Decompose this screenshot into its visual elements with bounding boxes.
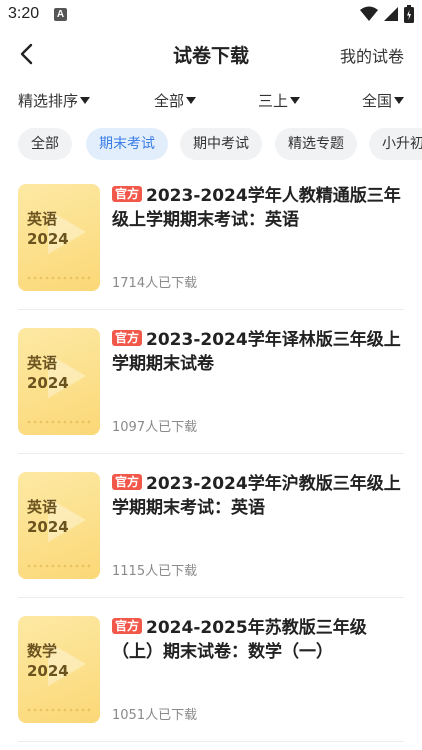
caret-down-icon [290, 97, 301, 104]
dot-pattern-decoration [26, 275, 92, 281]
cover-year: 2024 [27, 374, 69, 392]
cover-subject: 数学 [27, 642, 58, 660]
paper-title-block: 官方 2023-2024学年沪教版三年级上学期期末考试：英语 [112, 472, 404, 520]
official-badge: 官方 [112, 330, 143, 346]
cover-year: 2024 [27, 230, 69, 248]
paper-title: 2023-2024学年译林版三年级上学期期末试卷 [112, 330, 401, 374]
caret-down-icon [186, 97, 197, 104]
region-filter-dropdown[interactable]: 全国 [362, 90, 405, 111]
region-filter-label: 全国 [362, 92, 393, 110]
download-count: 1097人已下载 [112, 420, 198, 435]
paper-cover: 英语 2024 [18, 328, 100, 435]
dot-pattern-decoration [26, 707, 92, 713]
paper-list-item[interactable]: 英语 2024 官方 2023-2024学年沪教版三年级上学期期末考试：英语 11… [0, 454, 422, 598]
download-count: 1714人已下载 [112, 276, 198, 291]
status-time: 3:20 [8, 5, 40, 22]
battery-icon [404, 5, 414, 23]
paper-title: 2023-2024学年沪教版三年级上学期期末考试：英语 [112, 474, 401, 518]
type-filter-dropdown[interactable]: 全部 [154, 90, 197, 111]
app-notification-icon: A [54, 8, 67, 21]
my-papers-link[interactable]: 我的试卷 [340, 43, 404, 67]
paper-cover: 英语 2024 [18, 184, 100, 291]
caret-down-icon [80, 97, 91, 104]
chip-selected-topics[interactable]: 精选专题 [275, 128, 357, 160]
paper-title: 2023-2024学年人教精通版三年级上学期期末考试：英语 [112, 186, 401, 230]
cover-year: 2024 [27, 662, 69, 680]
signal-icon [384, 7, 398, 21]
chip-all[interactable]: 全部 [18, 128, 72, 160]
chip-midterm-exam[interactable]: 期中考试 [180, 128, 262, 160]
chip-final-exam[interactable]: 期末考试 [86, 128, 168, 160]
official-badge: 官方 [112, 474, 143, 490]
cover-subject: 英语 [27, 498, 58, 516]
filter-row: 精选排序 全部 三上 全国 [0, 84, 422, 116]
category-chips: 全部 期末考试 期中考试 精选专题 小升初 [0, 128, 422, 162]
wifi-icon [360, 6, 378, 21]
status-icons [360, 5, 414, 23]
paper-title-block: 官方 2023-2024学年译林版三年级上学期期末试卷 [112, 328, 404, 376]
download-count: 1115人已下载 [112, 564, 198, 579]
divider [18, 741, 404, 742]
paper-cover: 英语 2024 [18, 472, 100, 579]
chip-xiaoshengchu[interactable]: 小升初 [369, 128, 422, 160]
caret-down-icon [394, 97, 405, 104]
cover-subject: 英语 [27, 354, 58, 372]
paper-title-block: 官方 2024-2025年苏教版三年级（上）期末试卷：数学（一） [112, 616, 404, 664]
paper-title: 2024-2025年苏教版三年级（上）期末试卷：数学（一） [112, 618, 367, 662]
paper-list-item[interactable]: 英语 2024 官方 2023-2024学年译林版三年级上学期期末试卷 1097人… [0, 310, 422, 454]
paper-title-block: 官方 2023-2024学年人教精通版三年级上学期期末考试：英语 [112, 184, 404, 232]
type-filter-label: 全部 [154, 92, 185, 110]
sort-filter-label: 精选排序 [18, 92, 79, 110]
cover-year: 2024 [27, 518, 69, 536]
top-nav-bar: 试卷下载 我的试卷 [0, 30, 422, 78]
status-bar: 3:20 A [0, 0, 422, 30]
paper-list-item[interactable]: 英语 2024 官方 2023-2024学年人教精通版三年级上学期期末考试：英语 … [0, 166, 422, 310]
grade-filter-label: 三上 [258, 92, 289, 110]
sort-filter-dropdown[interactable]: 精选排序 [18, 90, 91, 111]
dot-pattern-decoration [26, 419, 92, 425]
official-badge: 官方 [112, 186, 143, 202]
cover-subject: 英语 [27, 210, 58, 228]
grade-filter-dropdown[interactable]: 三上 [258, 90, 301, 111]
download-count: 1051人已下载 [112, 708, 198, 723]
paper-cover: 数学 2024 [18, 616, 100, 723]
dot-pattern-decoration [26, 563, 92, 569]
official-badge: 官方 [112, 618, 143, 634]
paper-list-item[interactable]: 数学 2024 官方 2024-2025年苏教版三年级（上）期末试卷：数学（一） … [0, 598, 422, 742]
